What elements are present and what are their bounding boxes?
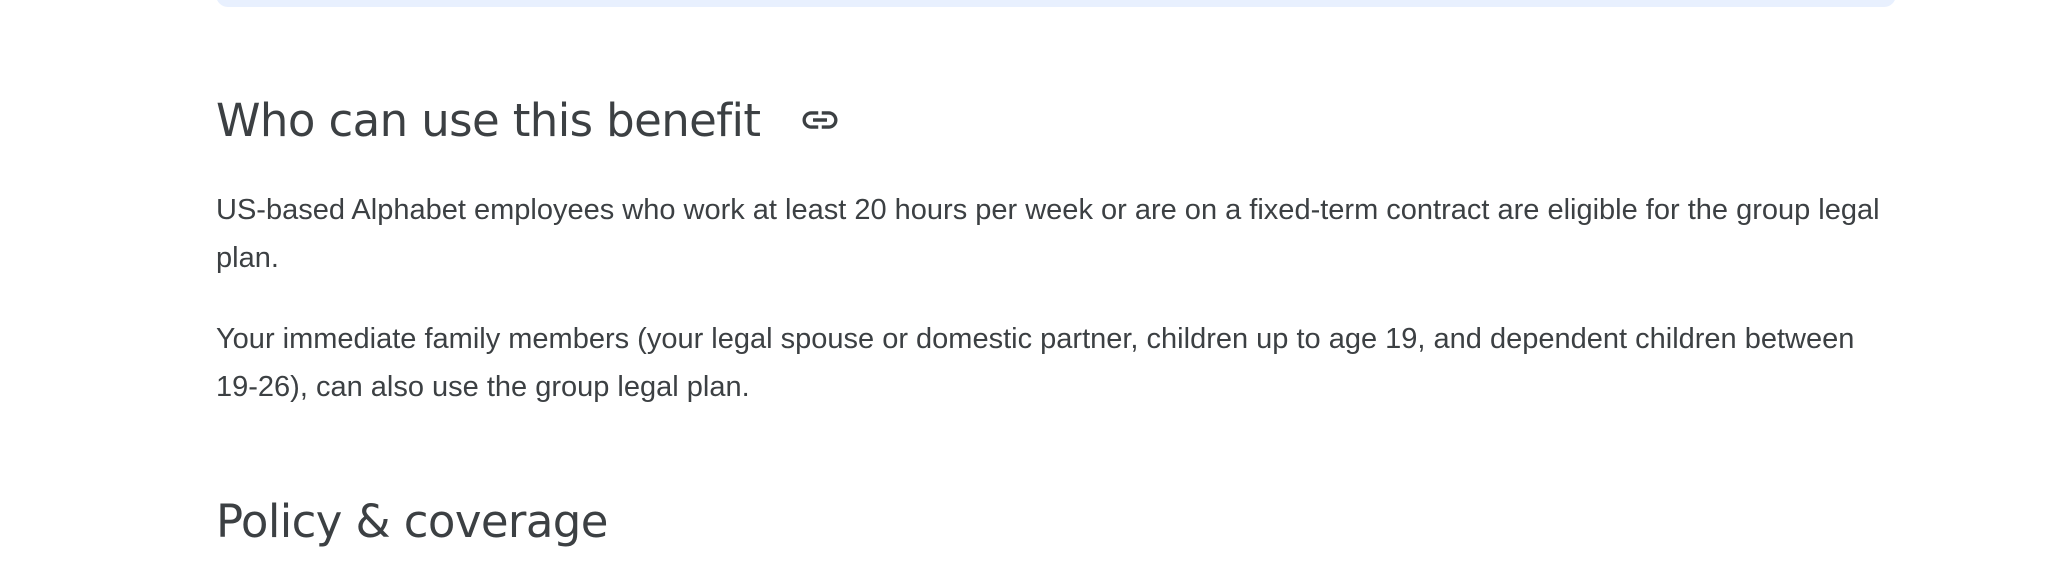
eligibility-heading-row: Who can use this benefit bbox=[216, 89, 1896, 151]
eligibility-section: Who can use this benefit bbox=[216, 89, 1896, 151]
eligibility-heading: Who can use this benefit bbox=[216, 93, 761, 147]
eligibility-paragraph-employees: US-based Alphabet employees who work at … bbox=[216, 194, 1880, 274]
eligibility-paragraph-family: Your immediate family members (your lega… bbox=[216, 323, 1855, 403]
info-banner bbox=[216, 0, 1896, 7]
policy-coverage-heading: Policy & coverage bbox=[216, 494, 608, 548]
link-icon[interactable] bbox=[796, 96, 844, 144]
policy-heading-row: Policy & coverage bbox=[216, 490, 1896, 552]
policy-coverage-section: Policy & coverage bbox=[216, 490, 1896, 552]
